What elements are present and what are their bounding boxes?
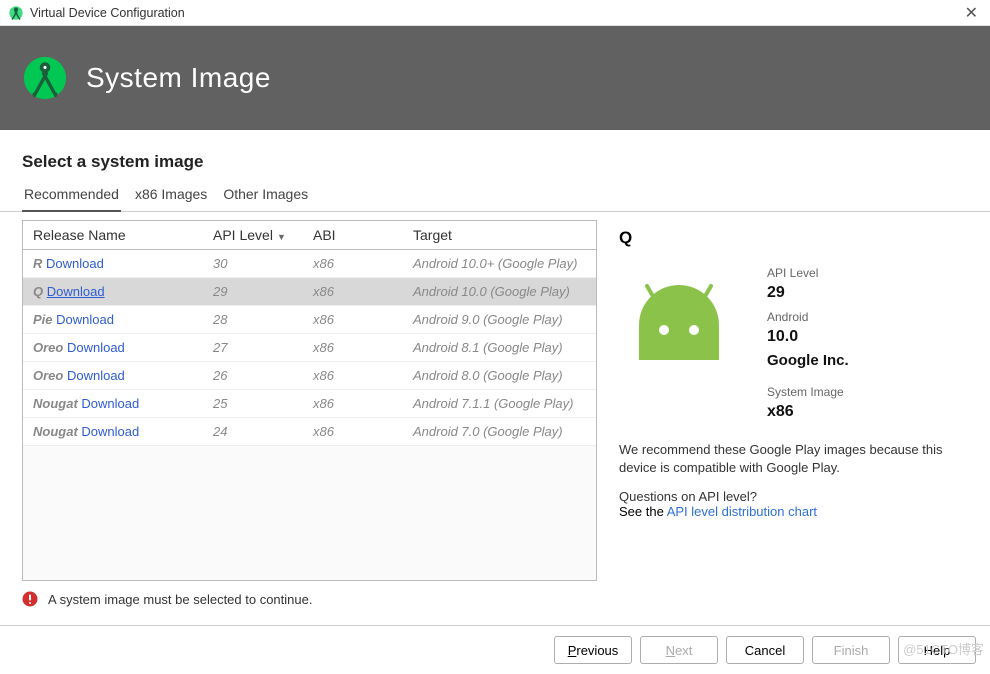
api-level-value: 29	[767, 284, 849, 302]
recommendation-text: We recommend these Google Play images be…	[619, 441, 968, 477]
android-studio-icon	[8, 5, 24, 21]
api-chart-link[interactable]: API level distribution chart	[667, 504, 817, 519]
system-image-value: x86	[767, 403, 849, 421]
system-image-label: System Image	[767, 385, 849, 399]
footer: Previous Next Cancel Finish Help	[0, 625, 990, 674]
window-title: Virtual Device Configuration	[30, 6, 961, 20]
table-row[interactable]: Nougat Download 25x86Android 7.1.1 (Goog…	[23, 390, 596, 418]
tabs: Recommended x86 Images Other Images	[0, 180, 990, 212]
table-row[interactable]: Pie Download 28x86Android 9.0 (Google Pl…	[23, 306, 596, 334]
download-link[interactable]: Download	[67, 340, 125, 355]
table-row[interactable]: Nougat Download 24x86Android 7.0 (Google…	[23, 418, 596, 446]
column-api-level[interactable]: API Level▼	[203, 221, 303, 250]
chart-link-line: See the API level distribution chart	[619, 504, 968, 519]
download-link[interactable]: Download	[47, 284, 105, 299]
sort-desc-icon: ▼	[277, 232, 286, 242]
tab-recommended[interactable]: Recommended	[22, 180, 121, 212]
error-message: A system image must be selected to conti…	[0, 591, 990, 625]
finish-button[interactable]: Finish	[812, 636, 890, 664]
table-empty-area	[23, 446, 596, 580]
page-title: System Image	[86, 62, 271, 94]
table-row[interactable]: Oreo Download 26x86Android 8.0 (Google P…	[23, 362, 596, 390]
previous-button[interactable]: Previous	[554, 636, 632, 664]
download-link[interactable]: Download	[46, 256, 104, 271]
tab-other-images[interactable]: Other Images	[221, 180, 310, 211]
error-icon	[22, 591, 38, 607]
cancel-button[interactable]: Cancel	[726, 636, 804, 664]
section-heading: Select a system image	[0, 130, 990, 180]
download-link[interactable]: Download	[81, 424, 139, 439]
download-link[interactable]: Download	[67, 368, 125, 383]
download-link[interactable]: Download	[81, 396, 139, 411]
download-link[interactable]: Download	[56, 312, 114, 327]
column-target[interactable]: Target	[403, 221, 596, 250]
android-version-value: 10.0	[767, 328, 849, 346]
table-row[interactable]: Q Download 29x86Android 10.0 (Google Pla…	[23, 278, 596, 306]
api-level-label: API Level	[767, 266, 849, 280]
details-title: Q	[619, 228, 968, 248]
header: System Image	[0, 26, 990, 130]
column-release-name[interactable]: Release Name	[23, 221, 203, 250]
system-image-table: Release Name API Level▼ ABI Target R Dow…	[22, 220, 597, 581]
tab-x86-images[interactable]: x86 Images	[133, 180, 209, 211]
android-label: Android	[767, 310, 849, 324]
next-button[interactable]: Next	[640, 636, 718, 664]
help-button[interactable]: Help	[898, 636, 976, 664]
titlebar: Virtual Device Configuration ✕	[0, 0, 990, 26]
details-panel: Q API Level 29 Android 10.0 Google Inc. …	[597, 212, 990, 597]
system-image-icon	[22, 55, 68, 101]
table-row[interactable]: Oreo Download 27x86Android 8.1 (Google P…	[23, 334, 596, 362]
table-row[interactable]: R Download 30x86Android 10.0+ (Google Pl…	[23, 250, 596, 278]
api-question-text: Questions on API level?	[619, 489, 968, 504]
column-abi[interactable]: ABI	[303, 221, 403, 250]
close-icon[interactable]: ✕	[961, 3, 982, 23]
android-icon	[619, 270, 739, 370]
vendor-value: Google Inc.	[767, 352, 849, 369]
